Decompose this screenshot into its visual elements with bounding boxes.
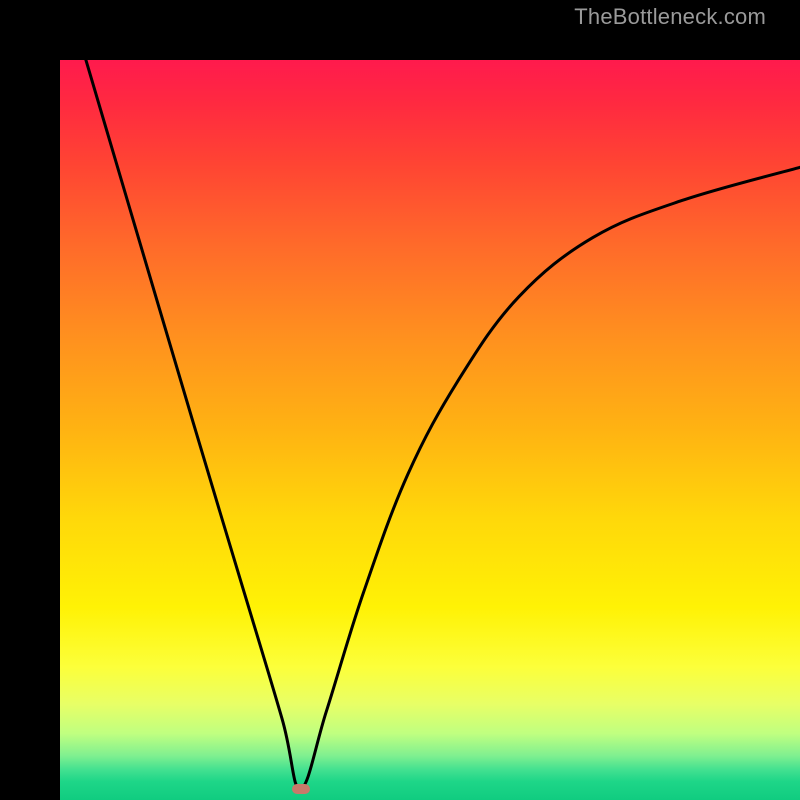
watermark-text: TheBottleneck.com <box>574 4 766 30</box>
curve-path <box>86 60 800 789</box>
chart-frame <box>0 0 800 800</box>
min-marker <box>292 784 310 794</box>
bottleneck-curve <box>60 60 800 800</box>
plot-area <box>60 60 800 800</box>
